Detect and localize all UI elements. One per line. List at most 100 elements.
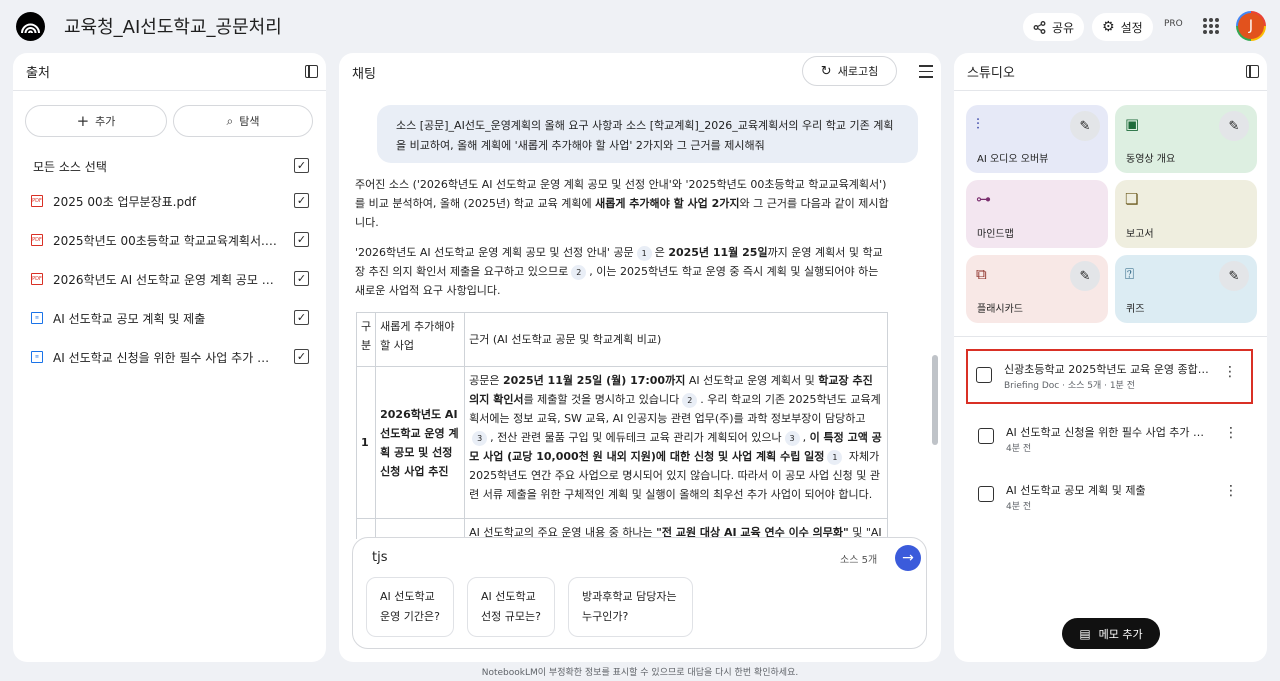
edit-icon[interactable]: ✎ <box>1070 261 1100 291</box>
note-item[interactable]: AI 선도학교 공모 계획 및 제출 4분 전 ⋮ <box>970 474 1252 520</box>
edit-icon[interactable]: ✎ <box>1219 111 1249 141</box>
edit-icon[interactable]: ✎ <box>1070 111 1100 141</box>
note-subtitle: 4분 전 <box>1006 444 1032 454</box>
table-cell <box>355 518 377 539</box>
refresh-label: 새로고침 <box>837 65 879 78</box>
memo-icon: ▤ <box>1079 626 1091 641</box>
suggestion-chip[interactable]: 방과후학교 담당자는 누구인가? <box>568 577 693 637</box>
add-source-button[interactable]: + 추가 <box>25 105 167 137</box>
cell-text: , <box>802 431 810 444</box>
notebook-title[interactable]: 교육청_AI선도학교_공문처리 <box>64 13 282 39</box>
audio-wave-icon: ⫶ <box>976 115 980 133</box>
chat-title: 채팅 <box>352 66 376 82</box>
note-subtitle: Briefing Doc · 소스 5개 · 1분 전 <box>1004 381 1135 391</box>
source-checkbox[interactable]: ✓ <box>294 271 309 286</box>
note-item[interactable]: AI 선도학교 신청을 위한 필수 사업 추가 제안 4분 전 ⋮ <box>970 416 1252 462</box>
quiz-icon: ⍰ <box>1125 265 1135 283</box>
source-count: 소스 5개 <box>840 555 878 566</box>
tile-label: 마인드맵 <box>977 229 1014 240</box>
answer-text: '2026학년도 AI 선도학교 운영 계획 공모 및 선정 안내' 공문 <box>355 246 634 259</box>
add-memo-button[interactable]: ▤ 메모 추가 <box>1062 618 1160 649</box>
report-tile[interactable]: ❏ 보고서 <box>1115 180 1257 248</box>
note-item-selected[interactable]: 신광초등학교 2025학년도 교육 운영 종합 브리핑 Briefing Doc… <box>966 349 1253 404</box>
source-checkbox[interactable]: ✓ <box>294 193 309 208</box>
answer-paragraph-1: 주어진 소스 ('2026학년도 AI 선도학교 운영 계획 공모 및 선정 안… <box>355 175 890 232</box>
more-vert-icon[interactable]: ⋮ <box>1224 484 1238 498</box>
suggestion-chip[interactable]: AI 선도학교 선정 규모는? <box>467 577 555 637</box>
video-overview-tile[interactable]: ▣ ✎ 동영상 개요 <box>1115 105 1257 173</box>
source-checkbox[interactable]: ✓ <box>294 349 309 364</box>
sources-panel: 출처 + 추가 ⌕ 탐색 모든 소스 선택 ✓ PDF 2025 00초 업무분… <box>13 53 326 662</box>
send-button[interactable]: → <box>895 545 921 571</box>
settings-button[interactable]: ⚙ 설정 <box>1092 13 1153 41</box>
select-all-row[interactable]: 모든 소스 선택 ✓ <box>33 154 309 178</box>
studio-header: 스튜디오 <box>954 53 1267 91</box>
more-vert-icon[interactable]: ⋮ <box>1224 426 1238 440</box>
explore-button[interactable]: ⌕ 탐색 <box>173 105 313 137</box>
table-header-row: 구분 새롭게 추가해야 할 사업 근거 (AI 선도학교 공문 및 학교계획 비… <box>355 312 888 367</box>
settings-label: 설정 <box>1120 20 1143 35</box>
sources-title: 출처 <box>26 66 50 81</box>
chat-input[interactable]: tjs <box>372 550 387 565</box>
chat-scrollbar[interactable] <box>932 355 938 445</box>
note-icon <box>978 486 994 502</box>
share-button[interactable]: 공유 <box>1023 13 1085 41</box>
table-cell: 2026학년도 AI 선도학교 운영 계획 공모 및 선정 신청 사업 추진 <box>375 366 466 519</box>
edit-icon[interactable]: ✎ <box>1219 261 1249 291</box>
answer-bold: 2025년 11월 25일 <box>668 246 768 259</box>
gear-icon: ⚙ <box>1102 19 1115 35</box>
cell-text: 를 제출할 것을 명시하고 있습니다 <box>523 393 680 406</box>
report-icon: ❏ <box>1125 190 1139 208</box>
tile-label: 퀴즈 <box>1126 304 1145 315</box>
pdf-icon: PDF <box>31 195 43 207</box>
answer-table: 구분 새롭게 추가해야 할 사업 근거 (AI 선도학교 공문 및 학교계획 비… <box>355 312 888 539</box>
citation-chip[interactable]: 3 <box>784 431 800 446</box>
source-item[interactable]: PDF 2025학년도 00초등학교 학교교육계획서.pdf ✓ <box>31 228 309 252</box>
select-all-checkbox[interactable]: ✓ <box>294 158 309 173</box>
source-item[interactable]: PDF 2025 00초 업무분장표.pdf ✓ <box>31 189 309 213</box>
collapse-panel-icon[interactable] <box>1246 65 1259 78</box>
chat-composer: tjs 소스 5개 → AI 선도학교 운영 기간은? AI 선도학교 선정 규… <box>352 537 927 649</box>
source-item[interactable]: PDF 2026학년도 AI 선도학교 운영 계획 공모 및 선정 안내.pdf… <box>31 267 309 291</box>
mindmap-tile[interactable]: ⊶ 마인드맵 <box>966 180 1108 248</box>
refresh-button[interactable]: ↻ 새로고침 <box>802 56 897 86</box>
answer-table-viewport: 구분 새롭게 추가해야 할 사업 근거 (AI 선도학교 공문 및 학교계획 비… <box>339 309 939 539</box>
cell-text: AI 선도학교 운영 계획서 및 <box>685 374 819 387</box>
divider <box>954 336 1267 337</box>
tile-label: 보고서 <box>1126 229 1154 240</box>
avatar[interactable]: J <box>1236 11 1266 41</box>
citation-chip[interactable]: 2 <box>682 393 698 408</box>
source-item[interactable]: ≡ AI 선도학교 공모 계획 및 제출 ✓ <box>31 306 309 330</box>
collapse-panel-icon[interactable] <box>305 65 318 78</box>
apps-grid-icon[interactable] <box>1203 18 1219 34</box>
user-message: 소스 [공문]_AI선도_운영계획의 올해 요구 사항과 소스 [학교계획]_2… <box>377 105 918 163</box>
refresh-icon: ↻ <box>820 63 832 79</box>
app-header: 교육청_AI선도학교_공문처리 공유 ⚙ 설정 PRO J <box>0 0 1280 52</box>
source-item[interactable]: ≡ AI 선도학교 신청을 위한 필수 사업 추가 제안 ✓ <box>31 345 309 369</box>
flashcard-tile[interactable]: ⧉ ✎ 플래시카드 <box>966 255 1108 323</box>
source-checkbox[interactable]: ✓ <box>294 232 309 247</box>
citation-chip[interactable]: 1 <box>827 450 843 465</box>
answer-paragraph-2: '2026학년도 AI 선도학교 운영 계획 공모 및 선정 안내' 공문 1 은 … <box>355 243 890 300</box>
table-cell <box>375 518 466 539</box>
citation-chip[interactable]: 1 <box>636 246 652 261</box>
notebooklm-logo-icon[interactable] <box>16 12 45 41</box>
pdf-icon: PDF <box>31 273 43 285</box>
suggestion-chip[interactable]: AI 선도학교 운영 기간은? <box>366 577 454 637</box>
select-all-label: 모든 소스 선택 <box>33 159 107 174</box>
source-label: 2025학년도 00초등학교 학교교육계획서.pdf <box>53 233 278 248</box>
source-checkbox[interactable]: ✓ <box>294 310 309 325</box>
source-label: AI 선도학교 신청을 위한 필수 사업 추가 제안 <box>53 350 278 365</box>
note-title: AI 선도학교 공모 계획 및 제출 <box>1006 484 1146 497</box>
cell-text: 공문은 <box>469 374 503 387</box>
quiz-tile[interactable]: ⍰ ✎ 퀴즈 <box>1115 255 1257 323</box>
note-icon <box>978 428 994 444</box>
more-vert-icon[interactable]: ⋮ <box>1223 365 1237 379</box>
citation-chip[interactable]: 3 <box>472 431 488 446</box>
tune-icon[interactable] <box>919 65 933 78</box>
studio-panel: 스튜디오 ⫶ ✎ AI 오디오 오버뷰 ▣ ✎ 동영상 개요 ⊶ 마인드맵 ❏ … <box>954 53 1267 662</box>
audio-overview-tile[interactable]: ⫶ ✎ AI 오디오 오버뷰 <box>966 105 1108 173</box>
table-header-cell: 구분 <box>355 312 377 367</box>
citation-chip[interactable]: 2 <box>571 265 587 280</box>
explore-label: 탐색 <box>239 115 260 128</box>
